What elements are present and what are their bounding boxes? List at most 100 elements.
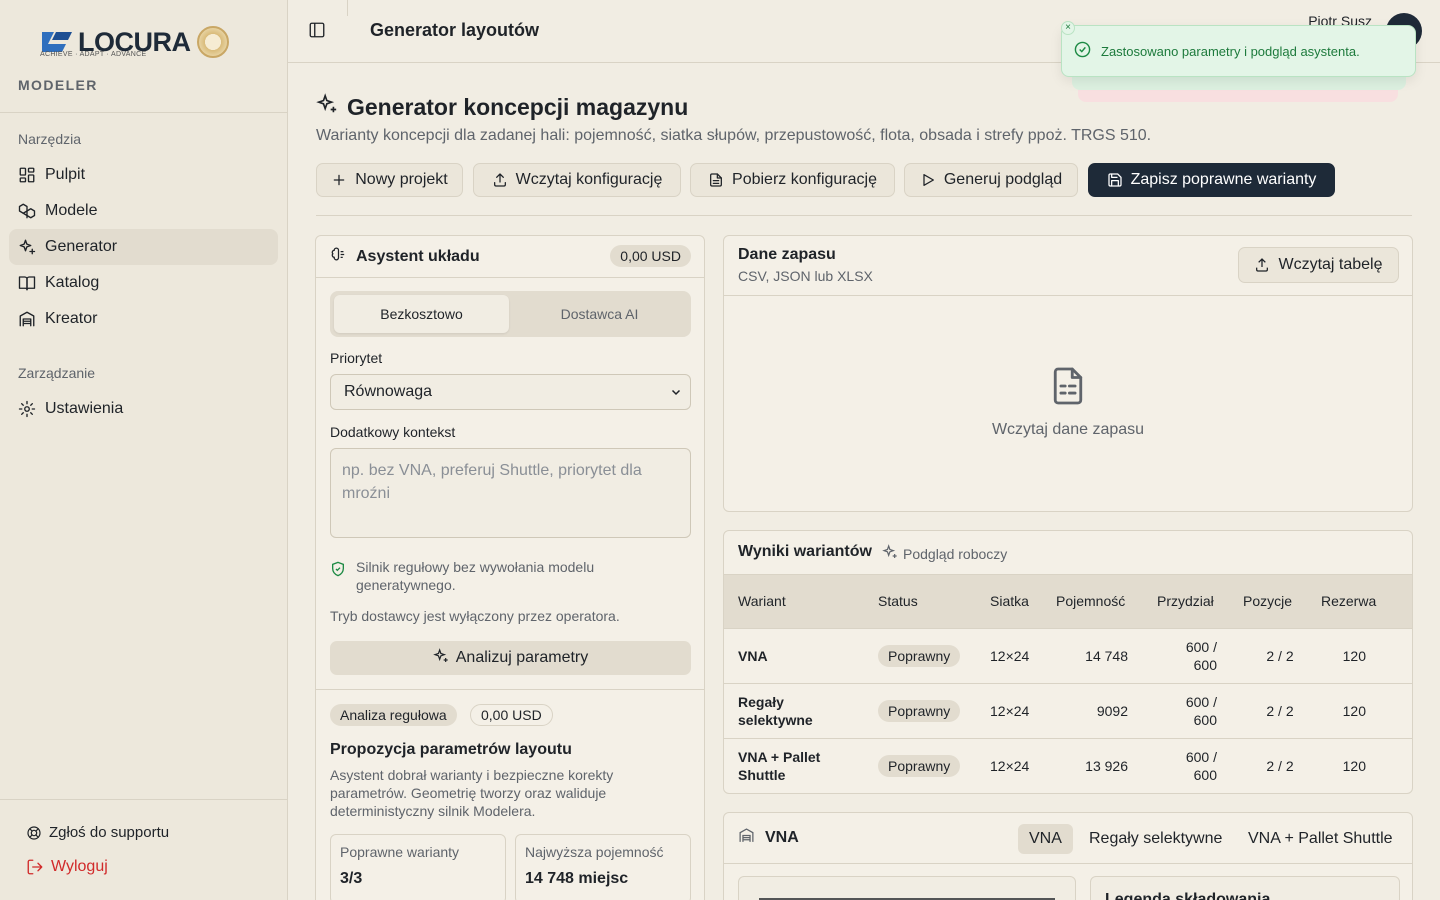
btn-label: Nowy projekt xyxy=(355,171,448,188)
status-badge: Poprawny xyxy=(878,645,961,667)
stat-value: 14 748 miejsc xyxy=(525,870,629,887)
load-table-button[interactable]: Wczytaj tabelę xyxy=(1238,247,1399,283)
logo-tagline: ACHIEVE · ADAPT · ADVANCE xyxy=(40,51,147,58)
btn-label: Pobierz konfigurację xyxy=(732,171,877,188)
context-textarea[interactable]: np. bez VNA, preferuj Shuttle, priorytet… xyxy=(330,448,691,538)
col-positions: Pozycje xyxy=(1243,593,1293,609)
sidebar-toggle-icon[interactable] xyxy=(308,21,326,39)
table-row[interactable]: Regały selektywne Poprawny 12×24 9092 60… xyxy=(724,684,1412,739)
sparkles-icon xyxy=(316,93,347,121)
seal-icon xyxy=(196,26,229,58)
warehouse-icon xyxy=(738,827,765,849)
table-row[interactable]: VNA Poprawny 12×24 14 748 600 / 600 2 / … xyxy=(724,629,1412,684)
assistant-card: Asystent układu 0,00 USD Bezkosztowo Dos… xyxy=(315,235,705,900)
page-title: Generator koncepcji magazynu xyxy=(316,93,688,121)
logout-link[interactable]: Wyloguj xyxy=(26,858,108,876)
draft-label: Podgląd roboczy xyxy=(882,544,1007,563)
stat-value: 3/3 xyxy=(340,870,363,887)
sidebar-item-settings[interactable]: Ustawienia xyxy=(9,391,278,427)
analysis-cost-badge: 0,00 USD xyxy=(470,704,553,726)
sidebar-item-kreator[interactable]: Kreator xyxy=(9,301,278,337)
cell-reserve: 120 xyxy=(1342,758,1366,774)
sparkles-icon xyxy=(432,647,456,669)
col-reserve: Rezerwa xyxy=(1321,593,1377,609)
card-divider xyxy=(724,863,1412,864)
assistant-title: Asystent układu xyxy=(330,246,480,268)
stat-label: Poprawne warianty xyxy=(340,844,460,860)
mode-ai-tab[interactable]: Dostawca AI xyxy=(512,295,687,333)
stock-card: Dane zapasu CSV, JSON lub XLSX Wczytaj t… xyxy=(723,235,1413,512)
card-divider xyxy=(724,295,1412,296)
stat-valid-variants: Poprawne warianty 3/3 xyxy=(330,834,506,900)
support-label: Zgłoś do supportu xyxy=(49,824,170,841)
shield-check-icon xyxy=(330,558,356,594)
table-row[interactable]: VNA + Pallet Shuttle Poprawny 12×24 13 9… xyxy=(724,739,1412,793)
col-grid: Siatka xyxy=(990,593,1029,609)
sidebar-item-generator[interactable]: Generator xyxy=(9,229,278,265)
cell-capacity: 14 748 xyxy=(1085,648,1128,664)
card-divider xyxy=(316,277,704,278)
btn-label: Zapisz poprawne warianty xyxy=(1130,171,1317,188)
context-label: Dodatkowy kontekst xyxy=(330,424,456,440)
grid-icon xyxy=(18,166,36,184)
sidebar-item-katalog[interactable]: Katalog xyxy=(9,265,278,301)
mode-switch: Bezkosztowo Dostawca AI xyxy=(330,291,691,337)
tab-selective-racks[interactable]: Regały selektywne xyxy=(1078,824,1233,854)
cell-grid: 12×24 xyxy=(990,758,1030,774)
save-variants-button[interactable]: Zapisz poprawne warianty xyxy=(1088,163,1335,197)
stock-title: Dane zapasu xyxy=(738,246,836,263)
layout-preview-drawing xyxy=(759,898,1055,900)
tab-vna-pallet-shuttle[interactable]: VNA + Pallet Shuttle xyxy=(1237,824,1404,854)
sidebar: LOCURA ACHIEVE · ADAPT · ADVANCE MODELER… xyxy=(0,0,288,900)
btn-label: Generuj podgląd xyxy=(943,171,1063,188)
status-badge: Poprawny xyxy=(878,755,961,777)
tab-vna[interactable]: VNA xyxy=(1018,824,1073,854)
sidebar-item-pulpit[interactable]: Pulpit xyxy=(9,157,278,193)
cell-grid: 12×24 xyxy=(990,703,1030,719)
check-circle-icon xyxy=(1074,41,1101,61)
btn-label: Wczytaj konfigurację xyxy=(515,171,663,188)
new-project-button[interactable]: Nowy projekt xyxy=(316,163,463,197)
cell-variant: VNA + Pallet Shuttle xyxy=(738,749,821,783)
toast-message: Zastosowano parametry i podgląd asystent… xyxy=(1101,43,1360,59)
header-separator xyxy=(347,0,348,16)
support-link[interactable]: Zgłoś do supportu xyxy=(26,824,169,841)
analyze-label: Analizuj parametry xyxy=(455,649,589,666)
stat-label: Najwyższa pojemność xyxy=(525,844,664,860)
stock-subtitle: CSV, JSON lub XLSX xyxy=(738,268,873,284)
analyze-button[interactable]: Analizuj parametry xyxy=(330,641,691,675)
header-title: Generator layoutów xyxy=(370,20,540,40)
generate-preview-button[interactable]: Generuj podgląd xyxy=(904,163,1078,197)
main-divider xyxy=(316,215,1412,216)
cost-badge: 0,00 USD xyxy=(610,245,691,267)
stock-empty-text[interactable]: Wczytaj dane zapasu xyxy=(724,421,1412,439)
sidebar-item-label: Generator xyxy=(45,238,118,255)
warehouse-icon xyxy=(18,310,36,328)
sidebar-item-label: Ustawienia xyxy=(45,400,124,417)
spreadsheet-file-icon xyxy=(1051,366,1085,406)
col-variant: Wariant xyxy=(738,593,786,609)
assistant-title-text: Asystent układu xyxy=(356,248,480,265)
col-capacity: Pojemność xyxy=(1056,593,1126,609)
mode-free-tab[interactable]: Bezkosztowo xyxy=(334,295,509,333)
toast-close-button[interactable]: × xyxy=(1061,21,1075,35)
brand-label: MODELER xyxy=(18,77,98,93)
cell-positions: 2 / 2 xyxy=(1266,648,1294,664)
cell-capacity: 13 926 xyxy=(1085,758,1128,774)
layout-preview xyxy=(738,876,1076,900)
col-allocation: Przydział xyxy=(1157,593,1214,609)
success-toast: Zastosowano parametry i podgląd asystent… xyxy=(1061,21,1416,77)
cell-capacity: 9092 xyxy=(1096,703,1128,719)
stat-max-capacity: Najwyższa pojemność 14 748 miejsc xyxy=(515,834,691,900)
download-config-button[interactable]: Pobierz konfigurację xyxy=(690,163,895,197)
card-divider xyxy=(316,689,704,690)
page-subtitle: Warianty koncepcji dla zadanej hali: poj… xyxy=(316,127,1152,144)
sidebar-item-modele[interactable]: Modele xyxy=(9,193,278,229)
chevron-down-icon xyxy=(671,389,681,396)
plus-icon xyxy=(333,174,345,186)
gear-icon xyxy=(18,400,36,418)
load-config-button[interactable]: Wczytaj konfigurację xyxy=(473,163,681,197)
col-status: Status xyxy=(878,593,918,609)
priority-select[interactable]: Równowaga xyxy=(330,374,691,410)
variant-panel-title: VNA xyxy=(738,827,799,849)
